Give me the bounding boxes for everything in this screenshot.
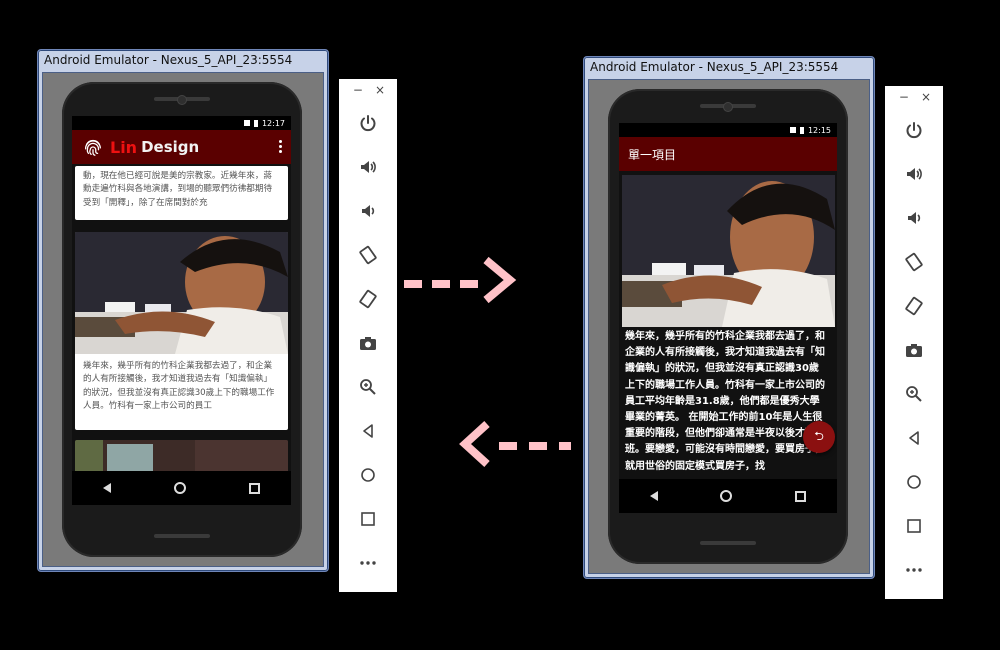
- app-bar: 單一項目: [619, 137, 837, 171]
- signal-icon: [243, 120, 250, 126]
- back-icon: [363, 424, 373, 438]
- left-screen: 12:17 Lin Design 動，現在他已經可說是美的宗教家。近幾年來，蔣勳…: [72, 116, 291, 505]
- camera-button[interactable]: [339, 330, 397, 356]
- more-icon: [360, 561, 376, 565]
- list-item[interactable]: 動，現在他已經可說是美的宗教家。近幾年來，蔣勳走遍竹科與各地演講，到場的聽眾們彷…: [75, 166, 288, 220]
- power-button[interactable]: [885, 117, 943, 143]
- home-icon: [907, 475, 921, 489]
- right-screen: 12:15 單一項目 幾年來，幾乎所有的竹科企業我都去過了，和企業的人有所接觸後…: [619, 123, 837, 513]
- left-emulator-toolbar: − ×: [339, 79, 397, 592]
- child-photo-image: [75, 232, 288, 354]
- volume-down-icon: [908, 212, 921, 224]
- arrow-left-icon: [459, 421, 571, 467]
- back-icon: [909, 431, 919, 445]
- arrow-right-icon: [404, 256, 517, 304]
- home-button[interactable]: [339, 462, 397, 488]
- volume-up-button[interactable]: [339, 154, 397, 180]
- card-text: 幾年來，幾乎所有的竹科企業我都去過了，和企業的人有所接觸後，我才知道我過去有「知…: [83, 361, 275, 411]
- camera-icon: [906, 344, 922, 357]
- navigation-bar: [72, 471, 291, 505]
- zoom-icon: [906, 386, 922, 402]
- overview-icon: [907, 519, 921, 533]
- overview-icon: [361, 512, 375, 526]
- home-icon: [361, 468, 375, 482]
- navigation-bar: [619, 479, 837, 513]
- camera-button[interactable]: [885, 337, 943, 363]
- more-button[interactable]: [885, 557, 943, 583]
- phone-speaker-bottom: [700, 541, 756, 545]
- power-icon: [906, 122, 922, 139]
- status-time: 12:17: [261, 118, 285, 128]
- rotate-left-button[interactable]: [339, 242, 397, 268]
- nav-home-icon[interactable]: [173, 482, 186, 494]
- child-photo-image: [622, 175, 835, 327]
- zoom-icon: [360, 379, 376, 395]
- close-button[interactable]: ×: [375, 83, 385, 97]
- rotate-right-button[interactable]: [885, 293, 943, 319]
- right-emulator-toolbar: − ×: [885, 86, 943, 599]
- detail-photo: [622, 175, 835, 327]
- phone-speaker-bottom: [154, 534, 210, 538]
- status-bar: 12:15: [619, 123, 837, 137]
- volume-down-button[interactable]: [339, 198, 397, 224]
- camera-icon: [360, 337, 376, 350]
- zoom-button[interactable]: [885, 381, 943, 407]
- nav-back-icon[interactable]: [103, 483, 112, 493]
- return-icon: ⮌: [814, 428, 824, 443]
- list-item[interactable]: 幾年來，幾乎所有的竹科企業我都去過了，和企業的人有所接觸後，我才知道我過去有「知…: [75, 232, 288, 430]
- nav-recent-icon[interactable]: [794, 490, 806, 502]
- return-fab-button[interactable]: ⮌: [803, 421, 835, 453]
- rotate-left-icon: [905, 252, 923, 272]
- back-button[interactable]: [339, 418, 397, 444]
- more-icon: [906, 568, 922, 572]
- overflow-menu-icon[interactable]: [279, 140, 283, 155]
- home-button[interactable]: [885, 469, 943, 495]
- signal-icon: [789, 127, 796, 133]
- logo-lin: Lin: [110, 137, 138, 157]
- phone-camera: [724, 103, 732, 111]
- card-text: 動，現在他已經可說是美的宗教家。近幾年來，蔣勳走遍竹科與各地演講，到場的聽眾們彷…: [83, 171, 273, 208]
- zoom-button[interactable]: [339, 374, 397, 400]
- status-time: 12:15: [807, 125, 831, 135]
- power-button[interactable]: [339, 110, 397, 136]
- nav-home-icon[interactable]: [720, 490, 733, 502]
- fingerprint-icon: [85, 139, 101, 156]
- volume-down-button[interactable]: [885, 205, 943, 231]
- nav-back-icon[interactable]: [650, 491, 659, 501]
- volume-up-icon: [361, 161, 376, 173]
- power-icon: [360, 115, 376, 132]
- volume-up-icon: [907, 168, 922, 180]
- detail-body-text: 幾年來，幾乎所有的竹科企業我都去過了，和企業的人有所接觸後，我才知道我過去有「知…: [625, 331, 825, 472]
- page-title: 單一項目: [628, 147, 677, 162]
- rotate-right-icon: [359, 289, 377, 309]
- rotate-left-icon: [359, 245, 377, 265]
- rotate-right-button[interactable]: [339, 286, 397, 312]
- card-photo: [75, 232, 288, 354]
- left-emulator-title: Android Emulator - Nexus_5_API_23:5554: [44, 53, 293, 67]
- app-bar: Lin Design: [72, 130, 291, 164]
- overview-button[interactable]: [885, 513, 943, 539]
- back-button[interactable]: [885, 425, 943, 451]
- right-emulator-title: Android Emulator - Nexus_5_API_23:5554: [590, 60, 839, 74]
- right-phone: 12:15 單一項目 幾年來，幾乎所有的竹科企業我都去過了，和企業的人有所接觸後…: [608, 89, 848, 564]
- more-button[interactable]: [339, 550, 397, 576]
- battery-icon: [799, 126, 804, 134]
- minimize-button[interactable]: −: [353, 83, 363, 97]
- nav-recent-icon[interactable]: [248, 482, 260, 494]
- status-bar: 12:17: [72, 116, 291, 130]
- rotate-right-icon: [905, 296, 923, 316]
- logo-design: Design: [141, 138, 200, 156]
- overview-button[interactable]: [339, 506, 397, 532]
- volume-up-button[interactable]: [885, 161, 943, 187]
- volume-down-icon: [362, 205, 375, 217]
- battery-icon: [253, 119, 258, 127]
- phone-camera: [178, 96, 186, 104]
- close-button[interactable]: ×: [921, 90, 931, 104]
- left-phone: 12:17 Lin Design 動，現在他已經可說是美的宗教家。近幾年來，蔣勳…: [62, 82, 302, 557]
- rotate-left-button[interactable]: [885, 249, 943, 275]
- minimize-button[interactable]: −: [899, 90, 909, 104]
